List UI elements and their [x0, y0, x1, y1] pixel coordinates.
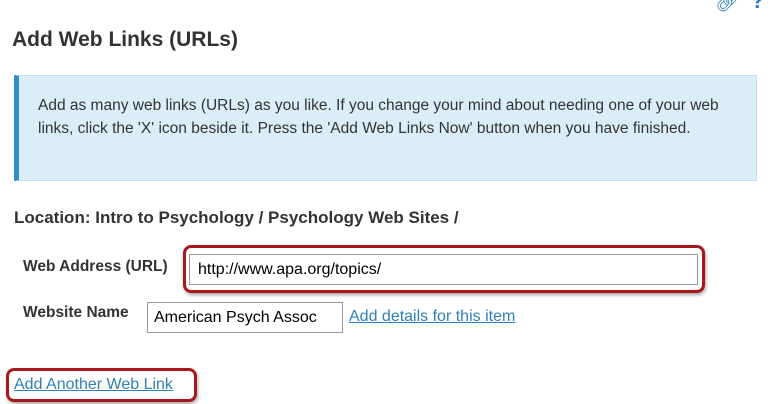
url-input[interactable] [189, 254, 698, 285]
top-toolbar: 🔗︎ ? [691, 0, 771, 12]
url-label: Web Address (URL) [23, 258, 168, 275]
link-icon[interactable]: 🔗︎ [715, 0, 740, 12]
website-name-input[interactable] [147, 302, 343, 333]
add-another-web-link[interactable]: Add Another Web Link [14, 376, 173, 394]
add-details-link[interactable]: Add details for this item [349, 308, 515, 326]
info-message: Add as many web links (URLs) as you like… [38, 97, 719, 137]
website-name-label: Website Name [23, 304, 129, 321]
help-icon[interactable]: ? [751, 0, 764, 12]
info-alert: Add as many web links (URLs) as you like… [14, 75, 757, 181]
location-breadcrumb: Location: Intro to Psychology / Psycholo… [14, 208, 459, 227]
page-title: Add Web Links (URLs) [12, 28, 238, 51]
